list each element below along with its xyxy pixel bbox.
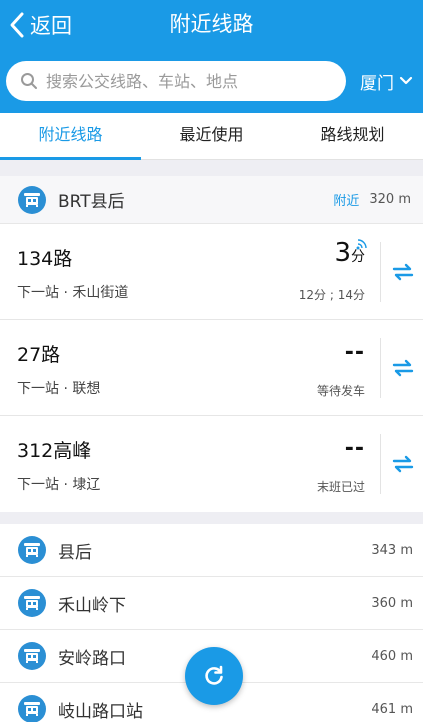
eta-unit: 分 bbox=[351, 249, 365, 265]
route-list: 134路 下一站 · 禾山街道 3分 12分 ; 14分 27路 下一站 · 联… bbox=[0, 224, 423, 512]
tab-route-planning[interactable]: 路线规划 bbox=[282, 113, 423, 159]
chevron-left-icon bbox=[10, 12, 24, 38]
search-bar: 厦门 bbox=[0, 50, 423, 113]
route-item[interactable]: 134路 下一站 · 禾山街道 3分 12分 ; 14分 bbox=[0, 224, 423, 320]
station-distance: 461 m bbox=[371, 701, 413, 717]
route-eta: -- bbox=[344, 436, 365, 461]
bus-station-icon bbox=[18, 185, 46, 214]
route-next-stop: 下一站 · 禾山街道 bbox=[17, 285, 129, 301]
bus-station-icon bbox=[18, 695, 46, 722]
tab-recent[interactable]: 最近使用 bbox=[141, 113, 282, 159]
divider bbox=[380, 338, 381, 398]
route-next-stop: 下一站 · 埭辽 bbox=[17, 477, 101, 493]
station-distance: 460 m bbox=[371, 648, 413, 664]
route-name: 134路 bbox=[17, 248, 73, 270]
back-button[interactable]: 返回 bbox=[8, 8, 72, 42]
divider bbox=[380, 434, 381, 494]
tab-nearby-routes[interactable]: 附近线路 bbox=[0, 113, 141, 160]
station-name: 安岭路口 bbox=[58, 648, 126, 669]
route-eta-detail: 12分 ; 14分 bbox=[298, 288, 365, 302]
route-eta-detail: 末班已过 bbox=[316, 480, 365, 494]
bus-station-icon bbox=[18, 642, 46, 670]
refresh-icon bbox=[205, 665, 223, 685]
signal-icon bbox=[356, 239, 367, 250]
divider bbox=[380, 242, 381, 302]
route-eta: 3分 bbox=[334, 238, 367, 268]
swap-arrows-icon[interactable] bbox=[391, 452, 415, 476]
station-distance: 320 m bbox=[369, 192, 411, 207]
eta-value: 3 bbox=[334, 238, 351, 268]
station-item[interactable]: 县后 343 m bbox=[0, 524, 423, 577]
route-name: 312高峰 bbox=[17, 440, 92, 462]
search-input[interactable] bbox=[46, 71, 316, 91]
route-name: 27路 bbox=[17, 344, 61, 366]
city-selector[interactable]: 厦门 bbox=[360, 61, 413, 101]
city-label: 厦门 bbox=[360, 73, 394, 94]
route-eta: -- bbox=[344, 340, 365, 365]
station-name: 县后 bbox=[58, 542, 92, 563]
route-next-stop: 下一站 · 联想 bbox=[17, 381, 101, 397]
station-distance: 360 m bbox=[371, 595, 413, 611]
back-label: 返回 bbox=[30, 14, 72, 38]
station-name: 禾山岭下 bbox=[58, 595, 126, 616]
refresh-button[interactable] bbox=[185, 647, 243, 705]
route-item[interactable]: 312高峰 下一站 · 埭辽 -- 末班已过 bbox=[0, 416, 423, 512]
route-eta-detail: 等待发车 bbox=[316, 384, 365, 398]
station-group-header[interactable]: BRT县后 附近 320 m bbox=[0, 176, 423, 224]
top-bar: 返回 附近线路 bbox=[0, 0, 423, 50]
swap-arrows-icon[interactable] bbox=[391, 356, 415, 380]
route-item[interactable]: 27路 下一站 · 联想 -- 等待发车 bbox=[0, 320, 423, 416]
tab-bar: 附近线路 最近使用 路线规划 bbox=[0, 113, 423, 160]
station-distance: 343 m bbox=[371, 542, 413, 558]
bus-station-icon bbox=[18, 589, 46, 617]
station-item[interactable]: 禾山岭下 360 m bbox=[0, 577, 423, 630]
nearby-badge: 附近 bbox=[333, 194, 360, 209]
swap-arrows-icon[interactable] bbox=[391, 260, 415, 284]
search-box[interactable] bbox=[6, 61, 346, 101]
chevron-down-icon bbox=[399, 76, 413, 85]
search-icon bbox=[21, 73, 37, 89]
bus-station-icon bbox=[18, 536, 46, 564]
station-name: BRT县后 bbox=[58, 192, 125, 212]
station-name: 岐山路口站 bbox=[58, 701, 143, 722]
